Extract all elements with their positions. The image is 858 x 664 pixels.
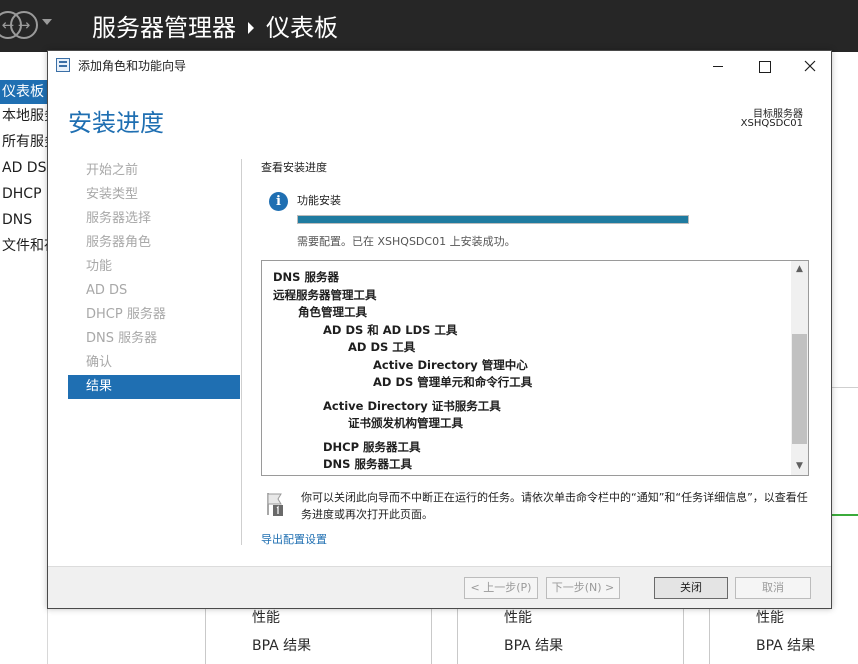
dashboard-tile[interactable]: 性能 BPA 结果 xyxy=(709,607,858,664)
result-item: DHCP 服务器工具 xyxy=(323,439,421,454)
wizard-step: DHCP 服务器 xyxy=(86,307,166,322)
wizard-step-results[interactable]: 结果 xyxy=(68,375,240,399)
sidebar-item[interactable]: 仪表板 xyxy=(0,80,48,104)
wizard-step: 功能 xyxy=(86,259,113,274)
previous-button[interactable]: < 上一步(P) xyxy=(464,577,538,599)
results-scrollbar[interactable]: ▲ ▼ xyxy=(791,261,808,475)
dashboard-right-area xyxy=(831,52,858,664)
close-button[interactable]: 关闭 xyxy=(654,577,728,599)
result-item: 证书颁发机构管理工具 xyxy=(348,416,463,430)
result-item: AD DS 管理单元和命令行工具 xyxy=(373,375,533,389)
result-item: 角色管理工具 xyxy=(298,305,367,319)
scroll-down-icon[interactable]: ▼ xyxy=(791,458,808,475)
result-item: DNS 服务器 xyxy=(273,270,339,284)
tile-performance-label[interactable]: 性能 xyxy=(504,607,532,627)
sidebar-item[interactable]: AD DS xyxy=(0,156,48,180)
wizard-step: 确认 xyxy=(86,355,113,370)
nav-history-dropdown-icon[interactable] xyxy=(42,19,52,25)
export-config-link[interactable]: 导出配置设置 xyxy=(261,531,327,547)
tile-bpa-label[interactable]: BPA 结果 xyxy=(504,635,563,655)
tile-performance-label[interactable]: 性能 xyxy=(756,607,784,627)
result-item: AD DS 工具 xyxy=(348,340,416,354)
app-title: 服务器管理器 xyxy=(92,14,236,42)
results-items: DNS 服务器远程服务器管理工具角色管理工具 AD DS 和 AD LDS 工具 A… xyxy=(273,269,783,474)
result-item: DNS 服务器工具 xyxy=(323,457,412,471)
dashboard-tile[interactable]: 性能 BPA 结果 xyxy=(205,607,432,664)
dialog-titlebar[interactable]: 添加角色和功能向导 xyxy=(48,51,831,81)
close-icon xyxy=(804,60,816,72)
nav-divider xyxy=(241,159,242,545)
wizard-step: AD DS xyxy=(86,283,128,298)
page-title: 安装进度 xyxy=(68,109,164,137)
result-item: 远程服务器管理工具 xyxy=(273,287,377,302)
wizard-step: DNS 服务器 xyxy=(86,331,158,346)
tile-performance-label[interactable]: 性能 xyxy=(252,607,280,627)
server-manager-app-icon xyxy=(56,58,70,72)
wizard-step: 安装类型 xyxy=(86,187,139,202)
result-item: Active Directory 管理中心 xyxy=(373,357,528,372)
add-roles-wizard-dialog: 添加角色和功能向导 安装进度 目标服务器 XSHQSDC01 开始之前 安装类型… xyxy=(47,50,832,609)
dialog-title: 添加角色和功能向导 xyxy=(78,59,187,73)
scroll-up-icon[interactable]: ▲ xyxy=(791,261,808,278)
sidebar-item[interactable]: 所有服务器 xyxy=(0,130,48,154)
sidebar-item[interactable]: 本地服务器 xyxy=(0,104,48,128)
target-server-name: XSHQSDC01 xyxy=(740,118,803,129)
cancel-button[interactable]: 取消 xyxy=(735,577,811,599)
next-button[interactable]: 下一步(N) > xyxy=(546,577,620,599)
dashboard-status-bar xyxy=(831,514,858,516)
close-window-button[interactable] xyxy=(787,51,833,81)
install-results-list[interactable]: DNS 服务器远程服务器管理工具角色管理工具 AD DS 和 AD LDS 工具 A… xyxy=(261,260,809,476)
forward-arrow-icon[interactable]: → xyxy=(10,11,38,39)
minimize-button[interactable] xyxy=(695,51,741,81)
dialog-footer: < 上一步(P) 下一步(N) > 关闭 取消 xyxy=(48,566,831,608)
breadcrumb-page: 仪表板 xyxy=(266,14,338,42)
breadcrumb-separator-icon xyxy=(248,21,254,34)
wizard-step: 服务器角色 xyxy=(86,235,152,250)
sidebar-item[interactable]: DHCP xyxy=(0,182,48,206)
tile-bpa-label[interactable]: BPA 结果 xyxy=(756,635,815,655)
dashboard-divider xyxy=(831,387,858,388)
server-manager-header: ← → 服务器管理器 仪表板 xyxy=(0,0,858,52)
maximize-button[interactable] xyxy=(741,51,787,81)
wizard-step: 服务器选择 xyxy=(86,211,152,226)
feature-install-label: 功能安装 xyxy=(297,194,341,207)
info-icon: i xyxy=(269,192,288,211)
dashboard-tile[interactable]: 性能 BPA 结果 xyxy=(457,607,684,664)
sidebar-item[interactable]: 文件和存储服务 xyxy=(0,234,48,258)
install-progress-bar xyxy=(297,215,689,224)
tile-bpa-label[interactable]: BPA 结果 xyxy=(252,635,311,655)
breadcrumb: 服务器管理器 仪表板 xyxy=(92,8,338,43)
install-status-text: 需要配置。已在 XSHQSDC01 上安装成功。 xyxy=(297,235,516,248)
server-manager-sidebar: 仪表板本地服务器所有服务器AD DSDHCPDNS文件和存储服务 xyxy=(0,52,48,664)
wizard-steps-nav: 开始之前 安装类型 服务器选择 服务器角色 功能 AD DS DHCP 服务器 … xyxy=(68,159,240,399)
content-title: 查看安装进度 xyxy=(261,161,327,174)
sidebar-item[interactable]: DNS xyxy=(0,208,48,232)
scroll-thumb[interactable] xyxy=(792,334,807,444)
result-item: AD DS 和 AD LDS 工具 xyxy=(323,322,458,337)
close-wizard-note: 你可以关闭此向导而不中断正在运行的任务。请依次单击命令栏中的“通知”和“任务详细… xyxy=(301,491,808,521)
wizard-step: 开始之前 xyxy=(86,163,139,178)
install-progress-fill xyxy=(298,216,688,223)
notification-flag-icon xyxy=(267,493,283,516)
result-item: Active Directory 证书服务工具 xyxy=(323,398,501,413)
